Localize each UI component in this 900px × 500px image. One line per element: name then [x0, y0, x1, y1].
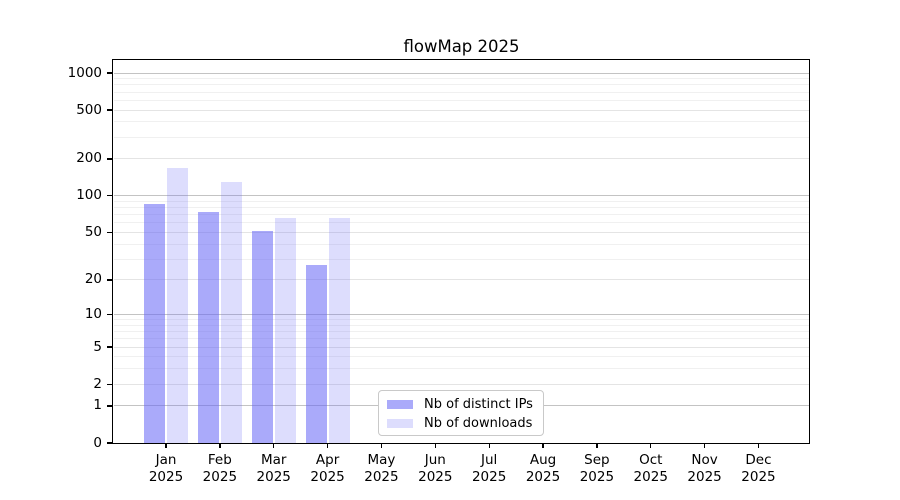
x-tick-may: [380, 443, 383, 448]
x-tick-aug: [542, 443, 544, 448]
x-tick-sep: [596, 443, 598, 448]
y-tick-5: [107, 346, 113, 348]
chart-figure: flowMap 2025 0 1 2 5 10 20 50 100 200 500 1000 Jan…: [0, 0, 900, 500]
y-tick-0: [107, 442, 113, 444]
y-tick-50: [107, 231, 113, 234]
y-axis-label-2: 2: [93, 375, 102, 392]
y-axis-label-20: 20: [84, 271, 102, 288]
legend-row-downloads: Nb of downloads: [385, 414, 537, 433]
y-tick-20: [107, 279, 113, 281]
y-tick-1000: [107, 72, 113, 74]
y-axis-label-1000: 1000: [67, 64, 102, 81]
x-tick-mar: [273, 443, 275, 448]
y-axis-label-5: 5: [93, 338, 102, 355]
legend: Nb of distinct IPs Nb of downloads: [378, 390, 544, 436]
y-axis-label-50: 50: [84, 223, 102, 240]
y-axis-label-10: 10: [84, 306, 102, 323]
y-tick-2: [107, 383, 113, 385]
legend-label-distinct-ips: Nb of distinct IPs: [424, 397, 533, 412]
y-tick-1: [107, 405, 113, 407]
legend-label-downloads: Nb of downloads: [424, 416, 533, 431]
x-tick-jun: [434, 443, 436, 448]
plot-area-border: [112, 59, 810, 444]
legend-row-distinct-ips: Nb of distinct IPs: [385, 395, 537, 414]
y-axis-label-200: 200: [76, 150, 102, 167]
x-tick-nov: [703, 443, 706, 448]
x-tick-jul: [488, 443, 490, 448]
y-axis-label-100: 100: [76, 187, 102, 204]
x-axis-label-dec: Dec 2025: [741, 452, 776, 485]
x-tick-apr: [326, 443, 329, 448]
y-tick-200: [107, 158, 113, 160]
x-tick-dec: [757, 443, 760, 448]
y-axis-label-500: 500: [76, 101, 102, 118]
y-tick-100: [107, 195, 113, 197]
chart-title: flowMap 2025: [403, 37, 520, 56]
legend-swatch-distinct-ips: [387, 400, 413, 409]
x-tick-oct: [650, 443, 652, 448]
y-axis-label-1: 1: [93, 397, 102, 414]
y-axis-label-0: 0: [93, 434, 102, 451]
x-tick-jan: [165, 443, 167, 448]
legend-swatch-downloads: [387, 419, 413, 428]
y-tick-10: [107, 313, 113, 316]
y-tick-500: [107, 109, 113, 111]
x-tick-feb: [219, 443, 221, 448]
